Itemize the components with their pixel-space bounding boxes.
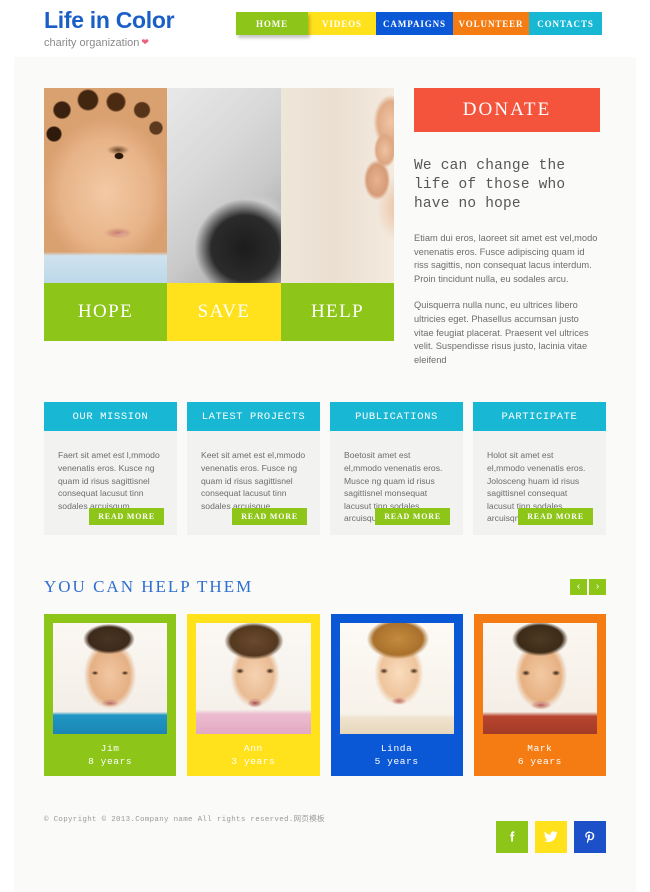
hero-image-child-color [44, 88, 167, 283]
carousel-arrows: ‹ › [570, 579, 606, 596]
card-title[interactable]: PUBLICATIONS [330, 402, 463, 432]
heart-icon: ❤ [141, 37, 149, 47]
read-more-button[interactable]: READ MORE [232, 508, 307, 526]
kid-age: 6 years [517, 756, 562, 768]
kid-photo [339, 623, 454, 735]
pinterest-icon[interactable] [574, 821, 606, 854]
logo-subtitle: charity organization ❤ [44, 37, 149, 50]
hero-paragraph-1: Etiam dui eros, laoreet sit amet est vel… [414, 233, 598, 284]
hero-bar-hope[interactable]: HOPE [44, 283, 167, 341]
kid-photo [196, 623, 311, 735]
feature-cards: OUR MISSION Faert sit amet est l,mmodo ve… [14, 402, 636, 536]
hero-image-strip [44, 88, 394, 283]
read-more-button[interactable]: READ MORE [375, 508, 450, 526]
kid-age: 3 years [231, 756, 276, 768]
kid-photo-frame [474, 614, 606, 735]
kid-photo [53, 623, 168, 735]
kid-caption: Mark 6 years [474, 734, 606, 776]
site-logo[interactable]: Life in Color charity organization ❤ [44, 7, 175, 51]
kid-card-linda[interactable]: Linda 5 years [330, 614, 463, 777]
hero-bar-save[interactable]: SAVE [167, 283, 281, 341]
card-text: Keet sit amet est el,mmodo venenatis ero… [201, 450, 306, 511]
carousel-next-icon[interactable]: › [589, 579, 606, 596]
card-body: Faert sit amet est l,mmodo venenatis ero… [44, 431, 177, 536]
kid-caption: Jim 8 years [44, 734, 176, 776]
read-more-button[interactable]: READ MORE [518, 508, 593, 526]
social-links [496, 821, 606, 854]
kids-list: Jim 8 years Ann 3 years Linda 5 years Mark 6 ye… [44, 614, 606, 777]
kid-photo-frame [331, 614, 463, 735]
site-header: Life in Color charity organization ❤ HOM… [0, 0, 650, 57]
hero-bar-help[interactable]: HELP [281, 283, 394, 341]
nav-item-volunteer[interactable]: VOLUNTEER [453, 12, 529, 35]
card-body: Holot sit amet est el,mmodo venenatis er… [473, 431, 606, 536]
donate-button[interactable]: DONATE [414, 88, 600, 132]
hero-paragraph-2: Quisquerra nulla nunc, eu ultrices liber… [414, 300, 589, 365]
facebook-icon[interactable] [496, 821, 528, 854]
card-title[interactable]: OUR MISSION [44, 402, 177, 432]
hero-label-bars: HOPE SAVE HELP [44, 283, 394, 341]
nav-item-home[interactable]: HOME [236, 12, 308, 35]
card-title[interactable]: PARTICIPATE [473, 402, 606, 432]
card-body: Keet sit amet est el,mmodo venenatis ero… [187, 431, 320, 536]
card-text: Faert sit amet est l,mmodo venenatis ero… [58, 450, 160, 511]
kid-name: Linda [380, 743, 413, 755]
card-title[interactable]: LATEST PROJECTS [187, 402, 320, 432]
help-header-row: YOU CAN HELP THEM ‹ › [44, 577, 606, 597]
card-latest-projects: LATEST PROJECTS Keet sit amet est el,mmod… [187, 402, 320, 536]
kid-photo [482, 623, 597, 735]
kid-caption: Linda 5 years [331, 734, 463, 776]
page-root: Life in Color charity organization ❤ HOM… [0, 0, 650, 892]
nav-item-videos[interactable]: VIDEOS [308, 12, 376, 35]
main-content: HOPE SAVE HELP DONATE We can change the li… [14, 57, 636, 892]
card-our-mission: OUR MISSION Faert sit amet est l,mmodo ve… [44, 402, 177, 536]
kid-name: Ann [243, 743, 263, 755]
kid-caption: Ann 3 years [187, 734, 319, 776]
card-body: Boetosit amet est el,mmodo venenatis ero… [330, 431, 463, 536]
logo-title: Life in Color [44, 7, 175, 33]
kid-age: 5 years [374, 756, 419, 768]
kid-card-jim[interactable]: Jim 8 years [44, 614, 177, 777]
help-them-section: YOU CAN HELP THEM ‹ › Jim 8 years Ann 3 yea… [14, 577, 636, 777]
logo-subtitle-text: charity organization [44, 37, 140, 49]
card-publications: PUBLICATIONS Boetosit amet est el,mmodo v… [330, 402, 463, 536]
site-footer: © Copyright © 2013.Company name All righ… [14, 809, 636, 854]
kid-age: 8 years [88, 756, 133, 768]
kid-photo-frame [187, 614, 319, 735]
card-participate: PARTICIPATE Holot sit amet est el,mmodo v… [473, 402, 606, 536]
main-navigation: HOME VIDEOS CAMPAIGNS VOLUNTEER CONTACTS [236, 12, 602, 35]
kid-card-ann[interactable]: Ann 3 years [187, 614, 320, 777]
kid-name: Jim [100, 743, 120, 755]
carousel-prev-icon[interactable]: ‹ [570, 579, 587, 596]
help-section-title: YOU CAN HELP THEM [44, 577, 254, 597]
nav-item-campaigns[interactable]: CAMPAIGNS [376, 12, 453, 35]
hero-section: HOPE SAVE HELP DONATE We can change the li… [14, 88, 636, 367]
kid-photo-frame [44, 614, 176, 735]
kid-card-mark[interactable]: Mark 6 years [473, 614, 606, 777]
hero-image-hand [281, 88, 394, 283]
nav-item-contacts[interactable]: CONTACTS [529, 12, 602, 35]
hero-left-column: HOPE SAVE HELP [44, 88, 394, 367]
twitter-icon[interactable] [535, 821, 567, 854]
read-more-button[interactable]: READ MORE [89, 508, 164, 526]
hero-heading: We can change the life of those who have… [414, 158, 566, 212]
hero-image-grayscale [167, 88, 281, 283]
hero-right-column: DONATE We can change the life of those w… [414, 88, 600, 367]
kid-name: Mark [527, 743, 553, 755]
copyright-text: © Copyright © 2013.Company name All righ… [44, 816, 325, 825]
